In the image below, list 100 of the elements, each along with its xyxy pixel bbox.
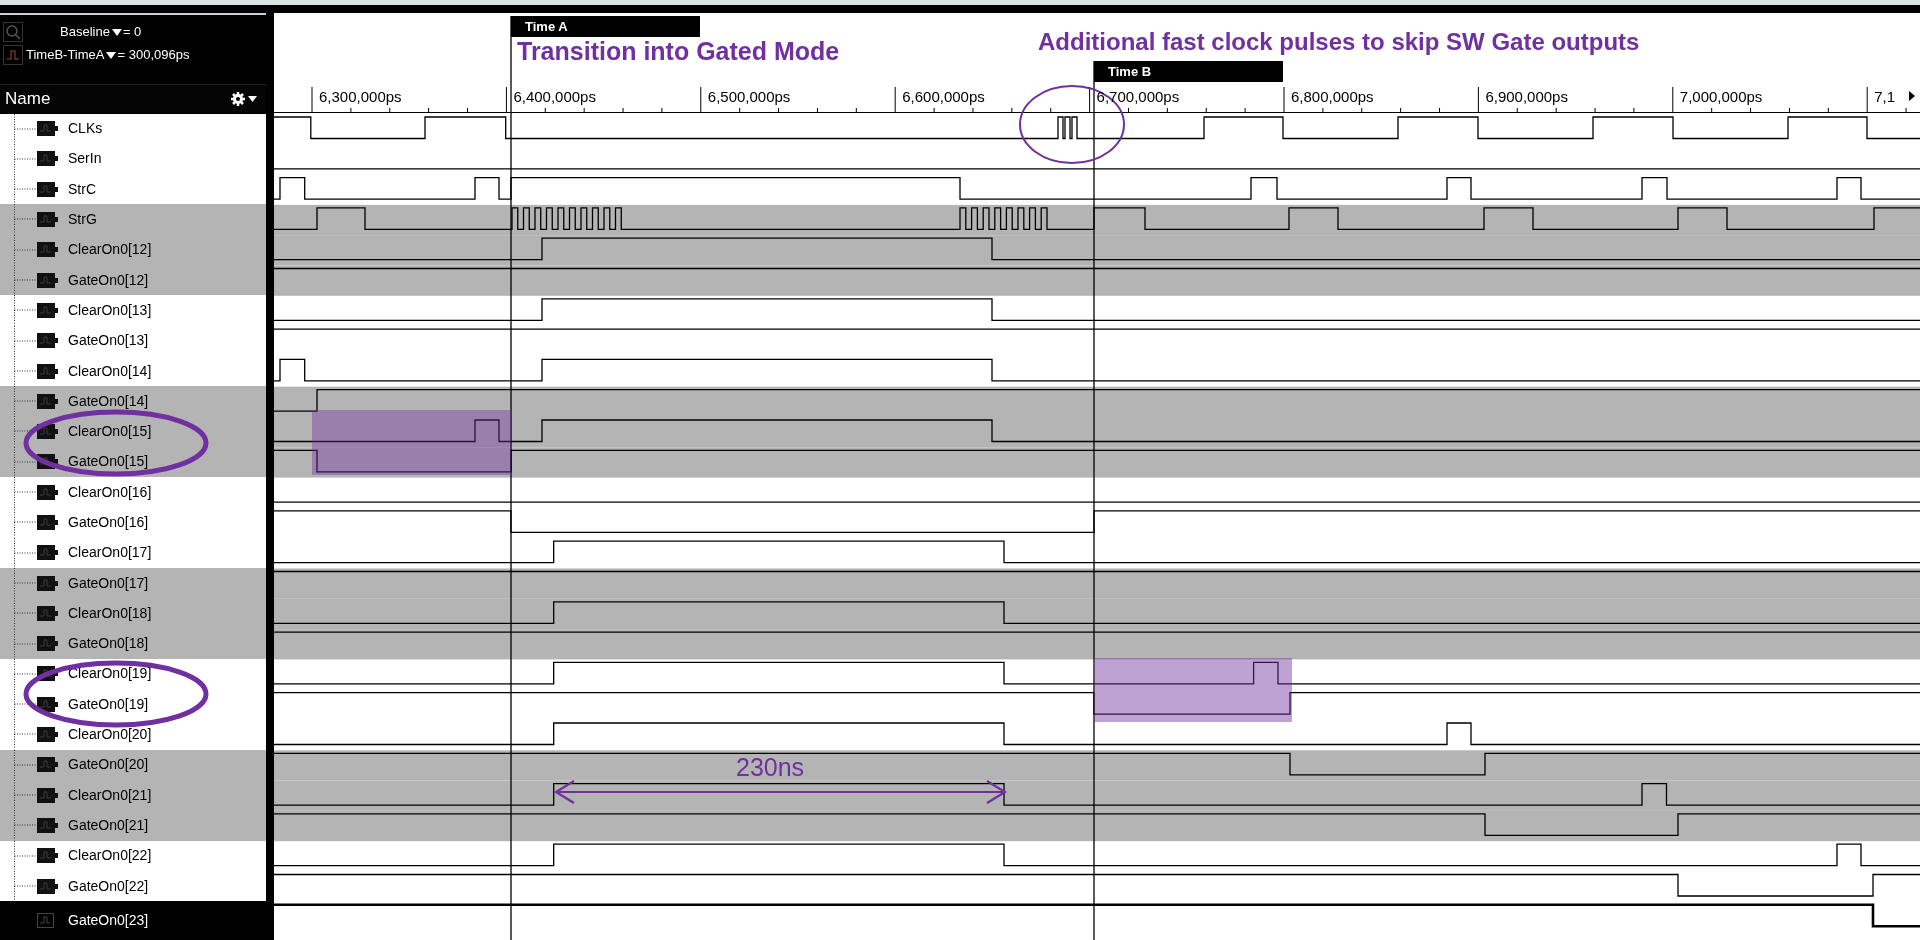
signal-row[interactable]: GateOn0[20] — [0, 749, 266, 781]
signal-name: ClearOn0[12] — [68, 240, 152, 260]
signal-name: GateOn0[20] — [68, 755, 149, 775]
signal-row[interactable]: ClearOn0[18] — [0, 598, 266, 629]
tree-connector — [14, 174, 36, 205]
signal-name: GateOn0[22] — [68, 876, 149, 896]
cursor-label[interactable]: Time B — [1094, 61, 1283, 82]
tick-label: 6,800,000ps — [1291, 87, 1374, 107]
signal-name: ClearOn0[19] — [68, 664, 152, 684]
caret-icon[interactable] — [106, 51, 117, 59]
delta-icon[interactable] — [3, 45, 23, 65]
signal-name: GateOn0[15] — [68, 452, 149, 472]
signal-row[interactable]: ClearOn0[21] — [0, 780, 266, 811]
annotation-text: Transition into Gated Mode — [517, 36, 840, 67]
signal-name: StrC — [68, 179, 96, 199]
signal-row[interactable]: StrG — [0, 204, 266, 235]
signal-name: ClearOn0[16] — [68, 482, 152, 502]
signal-row[interactable]: GateOn0[17] — [0, 567, 266, 599]
tree-connector — [14, 446, 36, 478]
tick-label: 7,1 — [1874, 87, 1896, 107]
tree-connector — [14, 870, 36, 902]
delta-value: = 300,096ps — [117, 46, 190, 65]
signal-icon — [36, 241, 59, 259]
tree-connector — [14, 234, 36, 265]
signal-icon — [36, 604, 59, 622]
tree-connector — [14, 477, 36, 508]
tick-label: 6,600,000ps — [902, 87, 985, 107]
signal-icon — [36, 544, 59, 562]
signal-name: ClearOn0[22] — [68, 846, 152, 866]
tree-connector — [14, 840, 36, 871]
signal-row[interactable]: GateOn0[12] — [0, 265, 266, 296]
tick-label: 6,500,000ps — [707, 87, 791, 107]
signal-icon — [36, 847, 59, 865]
tree-connector — [14, 658, 36, 690]
scroll-right-icon[interactable] — [1908, 90, 1916, 102]
signal-name: GateOn0[13] — [68, 331, 149, 351]
tree-connector — [14, 780, 36, 811]
signal-name: ClearOn0[15] — [68, 422, 152, 442]
tree-connector — [14, 386, 36, 417]
cursor-line[interactable] — [1093, 60, 1095, 114]
gear-icon[interactable] — [230, 91, 258, 107]
signal-row[interactable]: GateOn0[14] — [0, 386, 266, 417]
signal-icon — [36, 635, 59, 653]
signal-name: StrG — [68, 210, 97, 230]
tree-connector — [14, 598, 36, 629]
signal-row[interactable]: ClearOn0[12] — [0, 234, 266, 265]
signal-icon — [36, 816, 59, 834]
baseline-label: Baseline — [60, 23, 110, 42]
signal-icon — [36, 271, 59, 289]
tick-label: 6,400,000ps — [513, 87, 596, 107]
signal-icon — [36, 392, 59, 410]
signal-name: GateOn0[23] — [68, 911, 149, 931]
column-title: Name — [5, 88, 51, 111]
signal-icon — [36, 877, 59, 895]
tree-connector — [14, 355, 36, 387]
cursor-line[interactable] — [1093, 113, 1095, 940]
signal-name: ClearOn0[21] — [68, 785, 152, 805]
signal-icon — [36, 726, 59, 744]
tree-connector — [14, 810, 36, 841]
signal-name: GateOn0[14] — [68, 391, 149, 411]
dimension-label: 230ns — [736, 752, 805, 783]
signal-row[interactable]: GateOn0[21] — [0, 810, 266, 841]
search-icon[interactable] — [3, 22, 23, 42]
tree-connector — [14, 689, 36, 720]
tree-connector — [14, 143, 36, 175]
signal-row[interactable]: GateOn0[18] — [0, 628, 266, 659]
signal-name: ClearOn0[13] — [68, 300, 152, 320]
signal-icon — [36, 301, 59, 319]
signal-name: ClearOn0[20] — [68, 725, 152, 745]
cursor-line[interactable] — [510, 15, 512, 114]
tree-connector — [14, 719, 36, 750]
tree-connector — [14, 749, 36, 781]
signal-name: GateOn0[12] — [68, 270, 149, 290]
tree-connector — [14, 113, 36, 144]
signal-icon — [36, 756, 59, 774]
cursor-label[interactable]: Time A — [511, 16, 700, 37]
signal-icon — [36, 180, 59, 198]
tree-connector — [14, 295, 36, 326]
signal-name: SerIn — [68, 149, 102, 169]
tree-connector — [14, 628, 36, 659]
tick-label: 6,900,000ps — [1485, 87, 1568, 107]
signal-name: GateOn0[16] — [68, 513, 149, 532]
signal-name: GateOn0[19] — [68, 694, 149, 714]
signal-name: ClearOn0[18] — [68, 603, 152, 623]
signal-icon — [36, 514, 59, 531]
signal-icon — [36, 362, 59, 380]
tick-label: 7,000,000ps — [1679, 87, 1763, 107]
signal-row[interactable]: GateOn0[23] — [0, 901, 266, 940]
signal-row[interactable]: ClearOn0[15] — [0, 416, 266, 447]
annotation-text: Additional fast clock pulses to skip SW Gate outputs — [1038, 27, 1640, 57]
signal-icon — [36, 332, 59, 350]
tree-connector — [14, 265, 36, 296]
tree-connector — [14, 325, 36, 356]
cursor-line[interactable] — [510, 113, 512, 940]
signal-icon — [36, 150, 59, 168]
caret-icon[interactable] — [111, 28, 122, 36]
signal-name: GateOn0[17] — [68, 573, 149, 593]
signal-name: GateOn0[18] — [68, 634, 149, 654]
signal-icon — [36, 120, 59, 138]
signal-name: CLKs — [68, 119, 103, 139]
